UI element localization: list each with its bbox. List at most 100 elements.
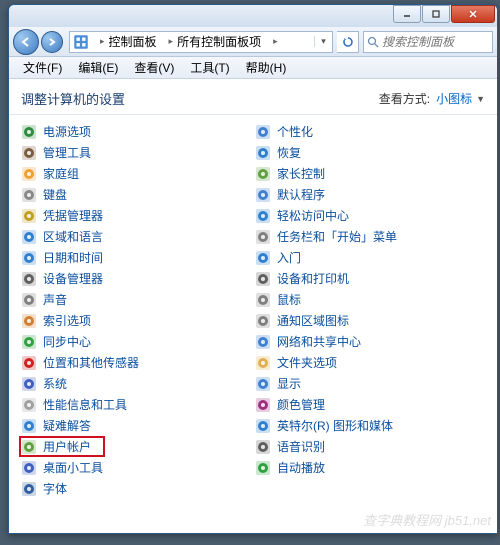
cp-item-default[interactable]: 默认程序 — [253, 184, 487, 205]
cp-item-label: 英特尔(R) 图形和媒体 — [277, 417, 393, 434]
cp-item-sensor[interactable]: 位置和其他传感器 — [19, 352, 253, 373]
minimize-button[interactable] — [393, 5, 421, 23]
chevron-down-icon[interactable]: ▼ — [476, 94, 485, 104]
view-options: 查看方式: 小图标 ▼ — [379, 90, 485, 107]
perf-icon — [21, 397, 37, 413]
cp-item-display[interactable]: 显示 — [253, 373, 487, 394]
search-box[interactable] — [363, 31, 493, 53]
forward-button[interactable] — [41, 31, 63, 53]
address-bar[interactable]: ▸控制面板 ▸所有控制面板项 ▸ ▾ — [69, 31, 333, 53]
search-icon — [364, 36, 382, 48]
crumb-label: 所有控制面板项 — [177, 33, 261, 50]
cp-item-taskbar[interactable]: 任务栏和「开始」菜单 — [253, 226, 487, 247]
cp-item-label: 自动播放 — [277, 459, 325, 476]
cp-item-sync[interactable]: 同步中心 — [19, 331, 253, 352]
menu-view[interactable]: 查看(V) — [126, 59, 182, 76]
cp-item-user[interactable]: 用户帐户 — [19, 436, 105, 457]
cp-item-perf[interactable]: 性能信息和工具 — [19, 394, 253, 415]
cp-item-color[interactable]: 颜色管理 — [253, 394, 487, 415]
cp-item-label: 语音识别 — [277, 438, 325, 455]
cp-item-power[interactable]: 电源选项 — [19, 121, 253, 142]
cp-item-label: 个性化 — [277, 123, 313, 140]
breadcrumb-item[interactable]: ▸控制面板 — [92, 32, 161, 52]
cp-item-intel[interactable]: 英特尔(R) 图形和媒体 — [253, 415, 487, 436]
control-panel-window: ▸控制面板 ▸所有控制面板项 ▸ ▾ 文件(F) 编辑(E) 查看(V) 工具(… — [8, 4, 498, 534]
cp-item-tools[interactable]: 管理工具 — [19, 142, 253, 163]
cp-item-folder[interactable]: 文件夹选项 — [253, 352, 487, 373]
default-icon — [255, 187, 271, 203]
cp-item-clock[interactable]: 日期和时间 — [19, 247, 253, 268]
cp-item-device[interactable]: 设备管理器 — [19, 268, 253, 289]
titlebar — [9, 5, 497, 27]
view-value-link[interactable]: 小图标 — [436, 90, 472, 107]
cp-item-start[interactable]: 入门 — [253, 247, 487, 268]
cp-item-mouse[interactable]: 鼠标 — [253, 289, 487, 310]
cp-item-label: 系统 — [43, 375, 67, 392]
cp-item-home[interactable]: 家庭组 — [19, 163, 253, 184]
cp-item-gadget[interactable]: 桌面小工具 — [19, 457, 253, 478]
menu-file[interactable]: 文件(F) — [15, 59, 70, 76]
address-dropdown[interactable]: ▾ — [314, 36, 332, 47]
cp-item-trouble[interactable]: 疑难解答 — [19, 415, 253, 436]
content-header: 调整计算机的设置 查看方式: 小图标 ▼ — [9, 79, 497, 115]
menu-help[interactable]: 帮助(H) — [238, 59, 295, 76]
cp-item-network[interactable]: 网络和共享中心 — [253, 331, 487, 352]
cp-item-sound[interactable]: 声音 — [19, 289, 253, 310]
keyboard-icon — [21, 187, 37, 203]
trouble-icon — [21, 418, 37, 434]
tools-icon — [21, 145, 37, 161]
cp-item-label: 键盘 — [43, 186, 67, 203]
cp-item-tray[interactable]: 通知区域图标 — [253, 310, 487, 331]
cp-item-label: 设备和打印机 — [277, 270, 349, 287]
user-icon — [21, 439, 37, 455]
cp-item-label: 桌面小工具 — [43, 459, 103, 476]
cp-item-label: 用户帐户 — [43, 438, 91, 455]
cp-item-label: 通知区域图标 — [277, 312, 349, 329]
cp-item-keyboard[interactable]: 键盘 — [19, 184, 253, 205]
cp-item-label: 字体 — [43, 480, 67, 497]
cp-item-label: 轻松访问中心 — [277, 207, 349, 224]
cp-item-autoplay[interactable]: 自动播放 — [253, 457, 487, 478]
cp-item-label: 家庭组 — [43, 165, 79, 182]
cp-item-label: 鼠标 — [277, 291, 301, 308]
color-icon — [255, 397, 271, 413]
cp-item-label: 家长控制 — [277, 165, 325, 182]
cp-item-speech[interactable]: 语音识别 — [253, 436, 487, 457]
network-icon — [255, 334, 271, 350]
items-panel: 电源选项管理工具家庭组键盘凭据管理器区域和语言日期和时间设备管理器声音索引选项同… — [9, 115, 497, 545]
right-column: 个性化恢复家长控制默认程序轻松访问中心任务栏和「开始」菜单入门设备和打印机鼠标通… — [253, 121, 487, 535]
cp-item-index[interactable]: 索引选项 — [19, 310, 253, 331]
cp-item-ease[interactable]: 轻松访问中心 — [253, 205, 487, 226]
window-controls — [392, 5, 495, 23]
cp-item-recovery[interactable]: 恢复 — [253, 142, 487, 163]
cp-item-label: 默认程序 — [277, 186, 325, 203]
refresh-button[interactable] — [337, 31, 359, 53]
tray-icon — [255, 313, 271, 329]
cp-item-cred[interactable]: 凭据管理器 — [19, 205, 253, 226]
cp-item-personal[interactable]: 个性化 — [253, 121, 487, 142]
menu-edit[interactable]: 编辑(E) — [70, 59, 126, 76]
speech-icon — [255, 439, 271, 455]
back-button[interactable] — [13, 29, 39, 55]
close-button[interactable] — [451, 5, 495, 23]
gadget-icon — [21, 460, 37, 476]
cp-item-parental[interactable]: 家长控制 — [253, 163, 487, 184]
cp-item-system[interactable]: 系统 — [19, 373, 253, 394]
breadcrumb-tail[interactable]: ▸ — [265, 32, 286, 52]
menu-tools[interactable]: 工具(T) — [182, 59, 237, 76]
cp-item-printer[interactable]: 设备和打印机 — [253, 268, 487, 289]
cp-item-globe[interactable]: 区域和语言 — [19, 226, 253, 247]
maximize-button[interactable] — [422, 5, 450, 23]
start-icon — [255, 250, 271, 266]
search-input[interactable] — [382, 35, 482, 49]
recovery-icon — [255, 145, 271, 161]
folder-icon — [255, 355, 271, 371]
font-icon — [21, 481, 37, 497]
crumb-label: 控制面板 — [109, 33, 157, 50]
taskbar-icon — [255, 229, 271, 245]
cp-item-label: 任务栏和「开始」菜单 — [277, 228, 397, 245]
breadcrumb-item[interactable]: ▸所有控制面板项 — [161, 32, 266, 52]
cp-item-font[interactable]: 字体 — [19, 478, 253, 499]
sensor-icon — [21, 355, 37, 371]
page-title: 调整计算机的设置 — [21, 89, 125, 108]
